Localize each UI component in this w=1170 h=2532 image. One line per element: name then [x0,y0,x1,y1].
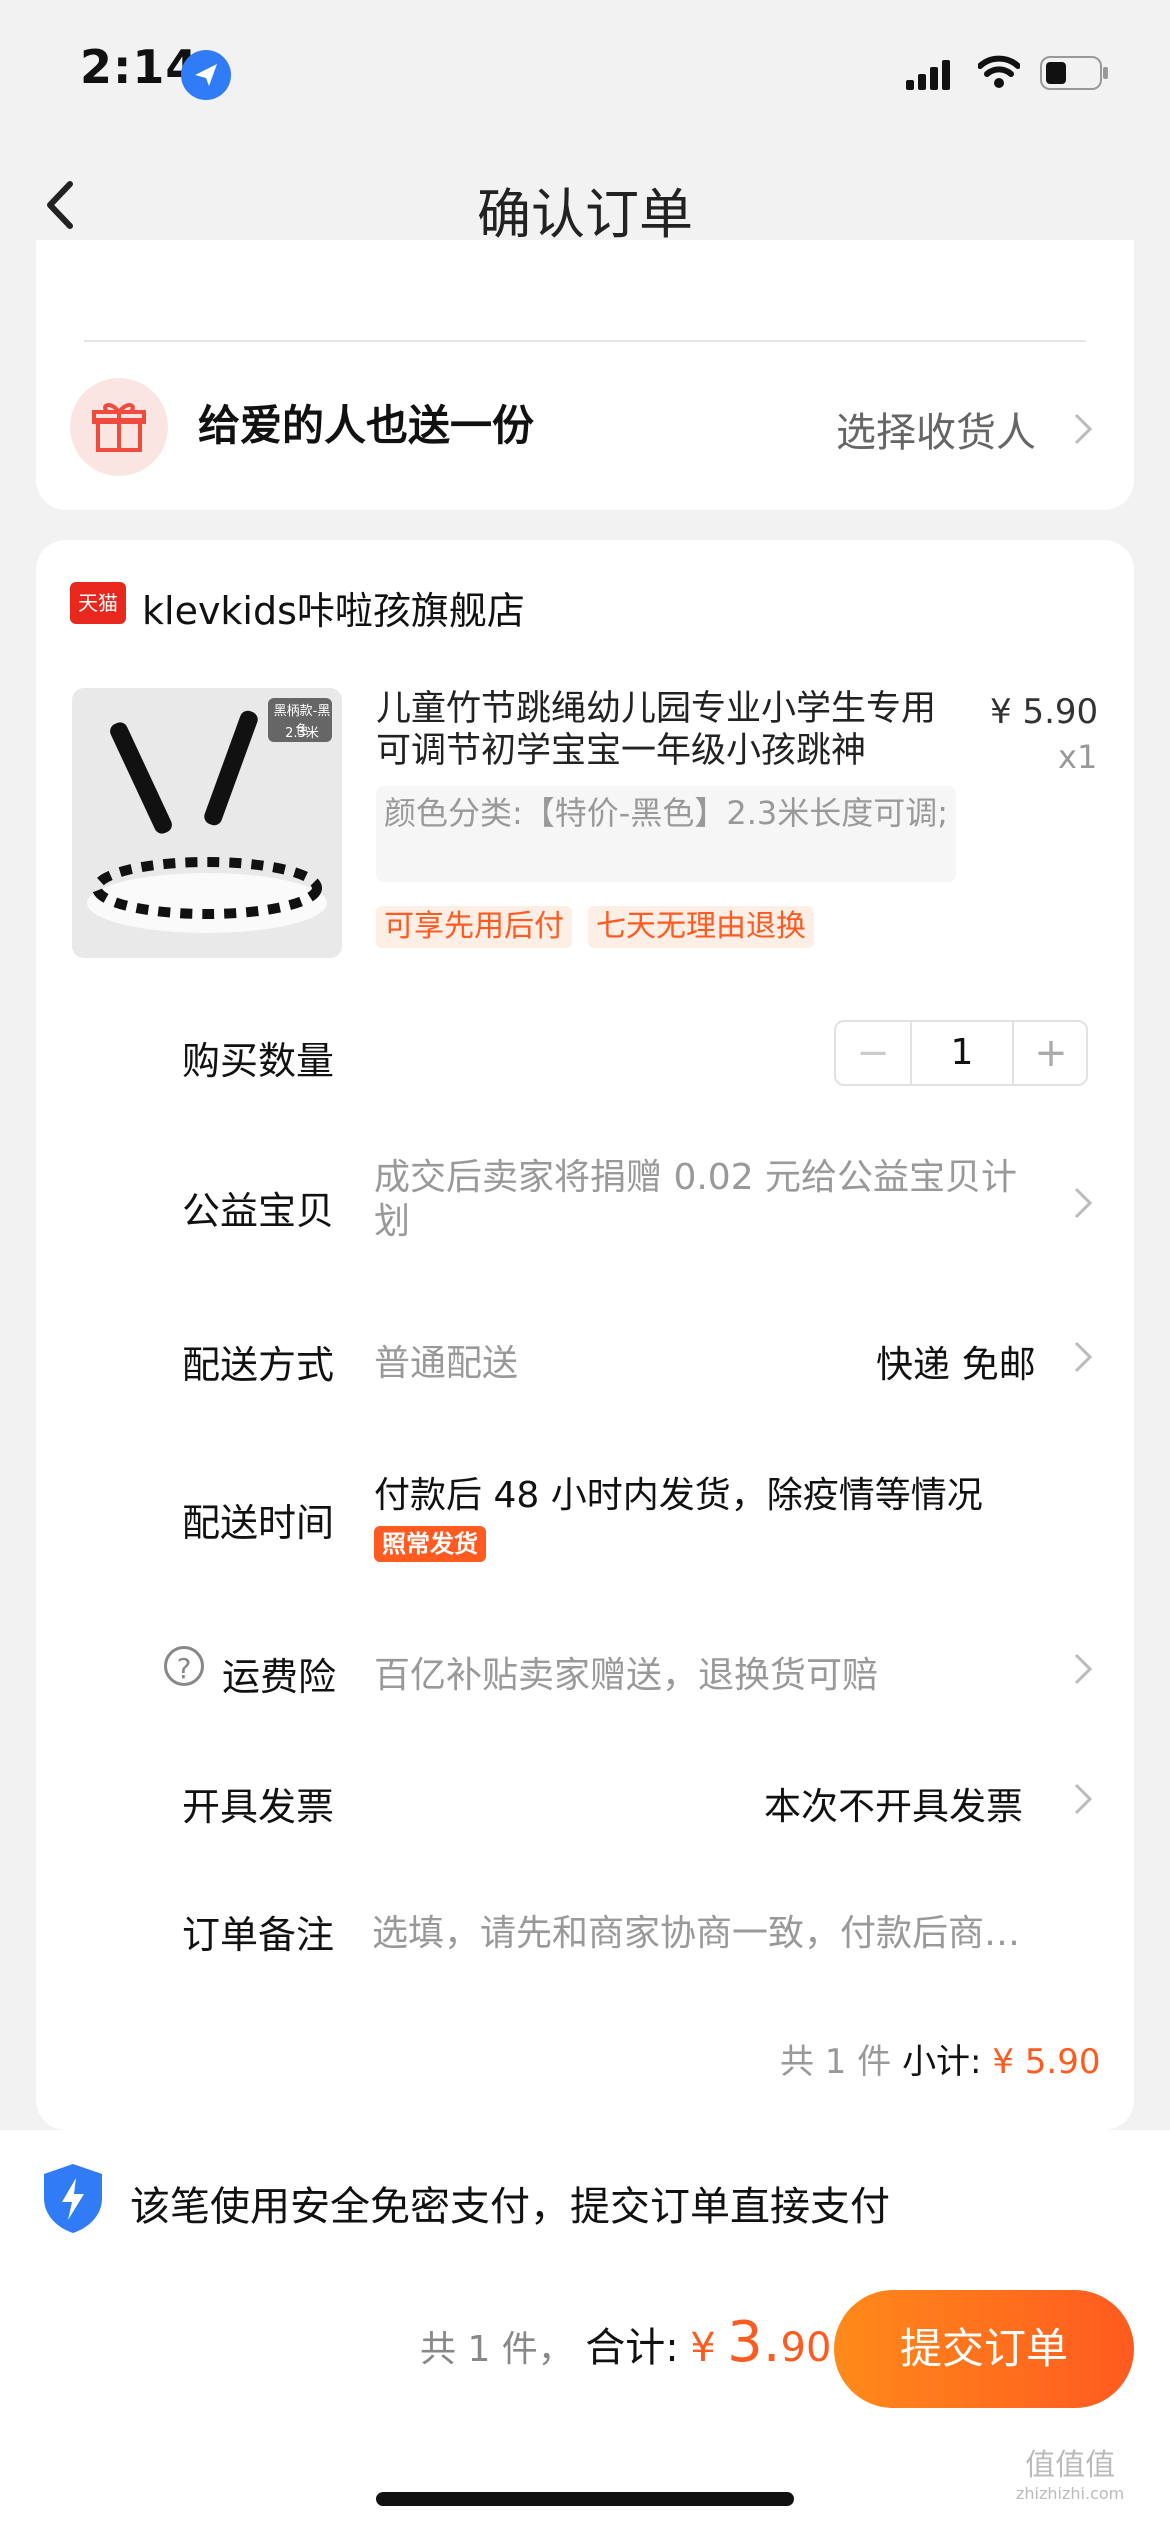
insurance-value[interactable]: 百亿补贴卖家赠送，退换货可赔 [374,1646,878,1698]
product-price: ¥ 5.90 [990,692,1099,732]
divider [84,340,1086,342]
home-indicator[interactable] [376,2492,794,2506]
total: 共 1 件， 合计: ¥ 3.90 [420,2310,831,2375]
gift-card [36,240,1134,510]
help-icon[interactable]: ? [164,1646,204,1686]
chevron-right-icon [1074,1341,1093,1373]
delivery-method[interactable]: 快递 免邮 [876,1334,1036,1388]
increase-button[interactable]: + [1014,1022,1088,1084]
total-label: 合计: [585,2325,679,2371]
ship-normal-badge: 照常发货 [374,1526,486,1562]
invoice-value[interactable]: 本次不开具发票 [764,1776,1023,1830]
delivery-label: 配送方式 [182,1343,335,1387]
tag-pay-later: 可享先用后付 [376,906,572,948]
charity-value[interactable]: 成交后卖家将捐赠 0.02 元给公益宝贝计划 [374,1156,1034,1244]
quantity-stepper: − 1 + [834,1020,1088,1086]
subtotal-amount: ¥ 5.90 [992,2042,1101,2082]
watermark-text: 值值值 [1025,2448,1116,2483]
charity-label: 公益宝贝 [182,1189,335,1233]
gift-icon [70,378,168,476]
subtotal-count: 共 1 件 [780,2042,892,2082]
note-label: 订单备注 [182,1913,335,1957]
select-receiver-link[interactable]: 选择收货人 [836,400,1036,458]
tag-7day-return: 七天无理由退换 [588,906,814,948]
quantity-value[interactable]: 1 [910,1022,1014,1084]
battery-icon [1040,56,1108,90]
location-arrow-icon [181,50,231,100]
watermark: 值值值 zhizhizhi.com [1016,2440,1124,2503]
store-name[interactable]: klevkids咔啦孩旗舰店 [142,580,525,635]
tmall-icon: 天猫 [70,582,126,624]
shield-lightning-icon [44,2164,102,2233]
chevron-right-icon [1074,413,1093,445]
ship-time-value: 付款后 48 小时内发货，除疫情等情况 [374,1475,983,1516]
submit-order-button[interactable]: 提交订单 [834,2290,1134,2408]
wifi-icon [978,55,1020,88]
quantity-label: 购买数量 [182,1039,335,1083]
product-quantity: x1 [1058,738,1098,776]
sku-spec[interactable]: 颜色分类:【特价-黑色】2.3米长度可调; [376,786,956,882]
page-title: 确认订单 [477,183,693,246]
signal-icon [906,60,950,90]
chevron-right-icon [1074,1783,1093,1815]
subtotal: 共 1 件 小计: ¥ 5.90 [780,2034,1101,2083]
total-currency: ¥ [690,2325,716,2371]
product-title[interactable]: 儿童竹节跳绳幼儿园专业小学生专用可调节初学宝宝一年级小孩跳神 [376,688,936,772]
ship-time-label: 配送时间 [182,1501,335,1545]
chevron-right-icon [1074,1187,1093,1219]
decrease-button[interactable]: − [836,1022,910,1084]
delivery-value: 普通配送 [374,1343,519,1384]
total-amount: 3. [727,2310,781,2375]
subtotal-label: 小计: [902,2042,982,2082]
watermark-site: zhizhizhi.com [1016,2484,1125,2503]
secure-pay-text: 该笔使用安全免密支付，提交订单直接支付 [130,2184,890,2230]
total-amount-decimal: 90 [780,2325,832,2371]
chevron-right-icon [1074,1653,1093,1685]
insurance-label: 运费险 [222,1655,337,1699]
image-sub: 2.3米 [285,726,319,741]
total-count: 共 1 件， [420,2329,574,2370]
invoice-label: 开具发票 [182,1785,335,1829]
note-input[interactable]: 选填，请先和商家协商一致，付款后商… [372,1904,1092,1956]
gift-prompt: 给爱的人也送一份 [198,401,535,450]
